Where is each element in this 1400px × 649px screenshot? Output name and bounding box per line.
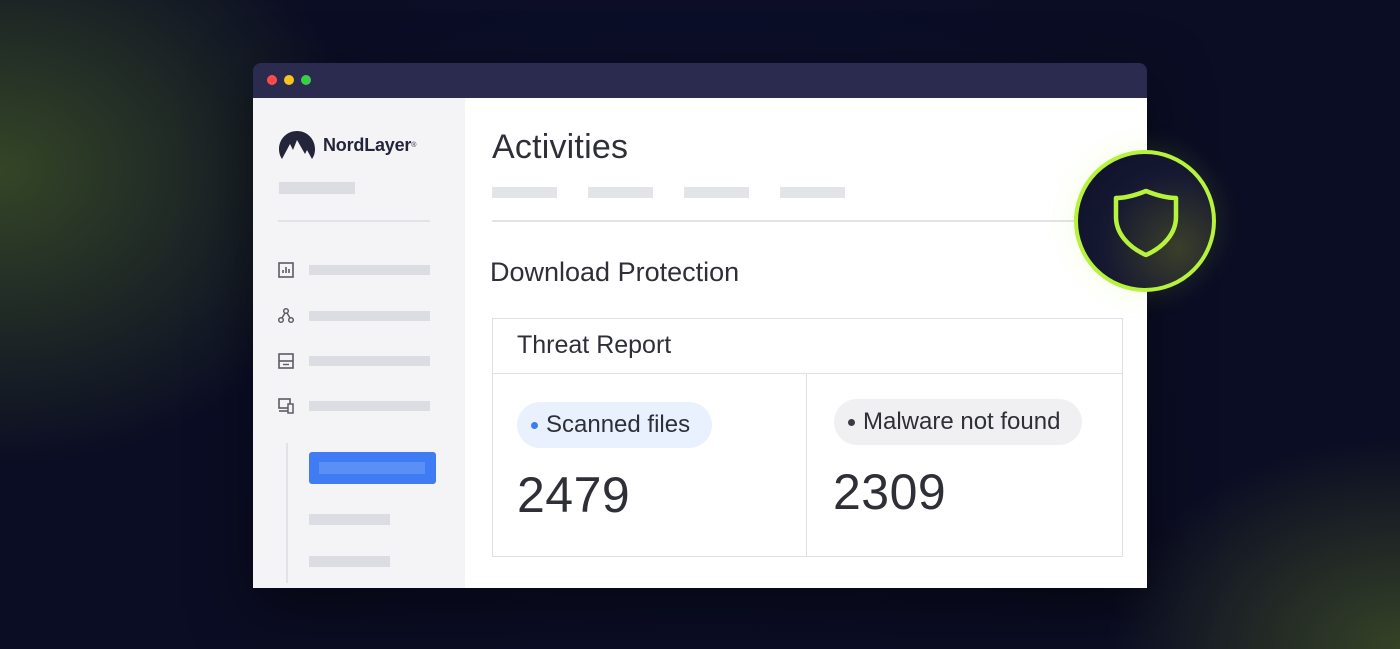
- sidebar-item-label-placeholder: [309, 401, 430, 411]
- submenu-guide-line: [286, 443, 288, 583]
- stat-label: Malware not found: [863, 408, 1061, 435]
- org-name-placeholder: [279, 182, 355, 194]
- sidebar-divider: [278, 220, 430, 222]
- sidebar-item-network[interactable]: [277, 305, 437, 327]
- sidebar-item-label-placeholder: [309, 311, 430, 321]
- stat-label-pill: Scanned files: [517, 402, 713, 448]
- brand-name: NordLayer: [323, 134, 412, 155]
- sidebar-subitem[interactable]: [309, 514, 390, 525]
- sidebar-subitem[interactable]: [309, 556, 390, 567]
- stat-malware-not-found: Malware not found 2309: [807, 374, 1122, 556]
- nordlayer-logo-icon: [279, 131, 315, 159]
- network-icon: [277, 307, 295, 324]
- tabs-divider: [492, 220, 1092, 222]
- shield-badge: [1074, 150, 1216, 292]
- status-dot-icon: [848, 418, 855, 426]
- report-title: Threat Report: [493, 319, 1122, 374]
- sidebar-subitem-active[interactable]: [309, 452, 436, 484]
- chart-icon: [278, 262, 294, 278]
- stat-value: 2309: [833, 464, 947, 520]
- page-title: Activities: [492, 128, 629, 166]
- sidebar-item-label-placeholder: [309, 356, 430, 366]
- main-content: Activities Download Protection Threat Re…: [465, 98, 1147, 588]
- tab-placeholder[interactable]: [588, 187, 653, 198]
- brand-logo[interactable]: NordLayer ®: [278, 128, 416, 162]
- sidebar-subitem-label-placeholder: [319, 462, 425, 474]
- app-window: NordLayer ® Activities Download Protecti…: [253, 63, 1147, 588]
- stat-value: 2479: [517, 467, 631, 523]
- tab-placeholder[interactable]: [684, 187, 749, 198]
- threat-report-card: Threat Report Scanned files 2479 Malware…: [492, 318, 1123, 557]
- stat-label: Scanned files: [546, 411, 691, 438]
- brand-reg-mark: ®: [411, 141, 417, 149]
- sidebar-item-label-placeholder: [309, 265, 430, 275]
- devices-icon: [278, 398, 294, 414]
- section-title: Download Protection: [490, 257, 740, 287]
- stat-scanned-files: Scanned files 2479: [493, 374, 807, 556]
- sidebar: NordLayer ®: [253, 98, 465, 588]
- sidebar-item-servers[interactable]: [277, 350, 437, 372]
- close-window-button[interactable]: [267, 75, 277, 85]
- sidebar-item-analytics[interactable]: [277, 259, 437, 281]
- server-icon: [278, 353, 294, 369]
- window-titlebar: [253, 63, 1147, 98]
- stat-label-pill: Malware not found: [834, 399, 1083, 445]
- tab-placeholder[interactable]: [780, 187, 845, 198]
- minimize-window-button[interactable]: [284, 75, 294, 85]
- maximize-window-button[interactable]: [301, 75, 311, 85]
- sidebar-item-devices[interactable]: [277, 395, 437, 417]
- shield-icon: [1113, 188, 1179, 258]
- tab-placeholder[interactable]: [492, 187, 557, 198]
- status-dot-icon: [531, 421, 538, 429]
